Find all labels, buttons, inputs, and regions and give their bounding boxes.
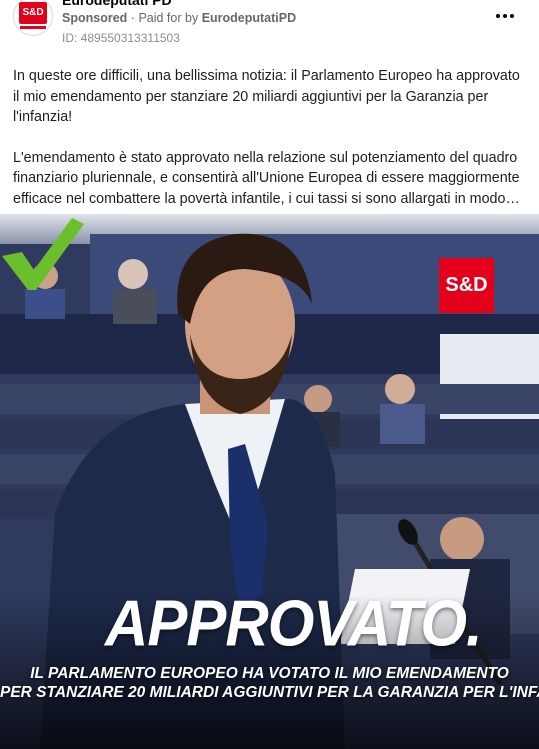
separator: · <box>130 11 135 25</box>
ad-image[interactable]: S&D APPROVATO. IL PARLAMENTO EUROPEO HA … <box>0 214 539 749</box>
more-horizontal-icon <box>496 14 500 18</box>
post-paragraph[interactable]: L'emendamento è stato approvato nella re… <box>13 148 528 210</box>
page-avatar[interactable]: S&D <box>13 0 53 36</box>
more-horizontal-icon <box>503 14 507 18</box>
page-name-link[interactable]: Eurodeputati PD <box>62 0 172 8</box>
image-caption-line: PER STANZIARE 20 MILIARDI AGGIUNTIVI PER… <box>0 684 539 701</box>
payer-name[interactable]: EurodeputatiPD <box>202 11 296 25</box>
avatar-logo: S&D <box>19 2 47 24</box>
more-horizontal-icon <box>510 14 514 18</box>
ad-id: ID: 489550313311503 <box>62 31 180 45</box>
more-options-button[interactable] <box>491 4 519 28</box>
paid-for-text: Paid for by <box>138 11 199 25</box>
post-text: In queste ore difficili, una bellissima … <box>13 66 528 209</box>
post-paragraph: In queste ore difficili, una bellissima … <box>13 68 520 125</box>
ad-header: S&D Eurodeputati PD Sponsored · Paid for… <box>0 0 539 60</box>
image-caption-line: IL PARLAMENTO EUROPEO HA VOTATO IL MIO E… <box>30 665 509 682</box>
sd-logo: S&D <box>439 258 494 313</box>
approvato-headline: APPROVATO. <box>105 587 483 660</box>
sponsor-line: Sponsored · Paid for by EurodeputatiPD <box>62 11 296 25</box>
ad-card: S&D Eurodeputati PD Sponsored · Paid for… <box>0 0 539 749</box>
avatar-logo-underline <box>20 26 46 29</box>
checkmark-icon <box>2 218 84 290</box>
sponsored-label: Sponsored <box>62 11 128 25</box>
